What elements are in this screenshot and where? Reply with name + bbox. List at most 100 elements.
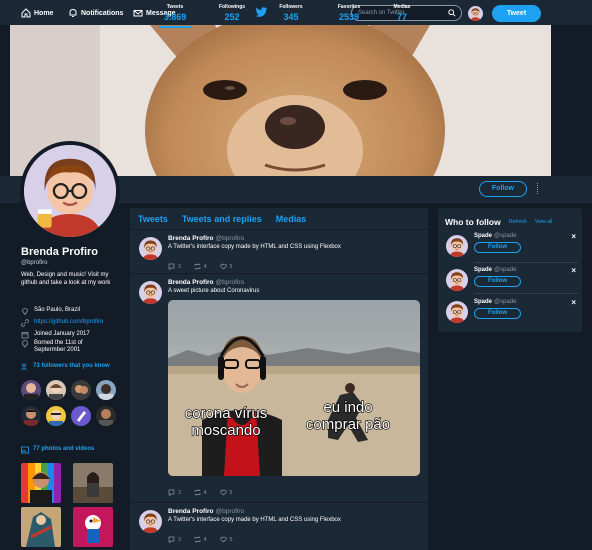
suggestion-handle: @spade: [494, 267, 517, 273]
stat-label: Tweets: [166, 4, 184, 10]
who-to-follow-title: Who to follow: [445, 217, 501, 227]
tweet-author-handle[interactable]: @bprofiro: [216, 279, 245, 286]
suggestion-avatar[interactable]: [446, 269, 468, 291]
suggestion-avatar[interactable]: [446, 301, 468, 323]
retweet-action[interactable]: 4: [194, 263, 207, 270]
divider: [474, 262, 578, 263]
tweet-author-handle[interactable]: @bprofiro: [216, 508, 245, 515]
twitter-bird-icon[interactable]: [255, 7, 268, 18]
tweet-author-name[interactable]: Brenda Profiro: [168, 279, 214, 286]
photos-videos-link[interactable]: 77 photos and videos: [21, 446, 94, 454]
tweet-author-name[interactable]: Brenda Profiro: [168, 235, 214, 242]
tweet-button[interactable]: Tweet: [492, 5, 541, 22]
timeline-panel: Tweets Tweets and replies Medias Brenda …: [130, 208, 428, 550]
tweet-item[interactable]: Brenda Profiro @bprofiro A Twitter's inte…: [130, 503, 428, 550]
stat-value: 252: [224, 12, 240, 22]
follower-avatar[interactable]: [71, 406, 91, 426]
reply-action[interactable]: 3: [168, 489, 181, 496]
suggestion-user[interactable]: Spade @spade: [474, 233, 516, 239]
reply-icon: [168, 489, 175, 496]
suggestion-user[interactable]: Spade @spade: [474, 267, 516, 273]
follow-suggestion: Spade @spade Follow ×: [444, 266, 576, 296]
reply-action[interactable]: 3: [168, 263, 181, 270]
nav-home[interactable]: Home: [21, 6, 53, 20]
retweet-action[interactable]: 4: [194, 489, 207, 496]
meme-caption-line: moscando: [191, 422, 260, 439]
profile-link[interactable]: https://github.com/bprofiro: [21, 319, 103, 327]
follower-avatar[interactable]: [21, 380, 41, 400]
follower-avatar[interactable]: [46, 380, 66, 400]
stat-value: 2539: [338, 12, 360, 22]
follow-suggestion: Spade @spade Follow ×: [444, 298, 576, 328]
suggestion-user[interactable]: Spade @spade: [474, 299, 516, 305]
follower-avatar[interactable]: [96, 380, 116, 400]
suggestion-follow-button[interactable]: Follow: [474, 276, 521, 287]
nav-notifications[interactable]: Notifications: [68, 6, 123, 20]
media-thumbnail[interactable]: [73, 507, 113, 547]
more-options-icon[interactable]: [537, 183, 539, 194]
tweet-header: Brenda Profiro @bprofiro: [168, 508, 244, 515]
profile-joined-text: Joined January 2017: [34, 331, 90, 337]
follower-avatar[interactable]: [21, 406, 41, 426]
suggestion-follow-button[interactable]: Follow: [474, 308, 521, 319]
media-thumbnail[interactable]: [21, 507, 61, 547]
meme-caption-left: corona vírus moscando: [185, 405, 268, 439]
follower-avatar[interactable]: [96, 406, 116, 426]
location-pin-icon: [22, 308, 28, 315]
dismiss-icon[interactable]: ×: [571, 266, 576, 275]
stat-label: Followers: [279, 4, 303, 10]
refresh-link[interactable]: Refresh: [509, 219, 527, 225]
heart-icon: [219, 263, 227, 270]
tweet-item[interactable]: Brenda Profiro @bprofiro A sweet picture …: [130, 274, 428, 503]
followers-you-know-label: 73 followers that you know: [33, 363, 110, 369]
suggestion-follow-button[interactable]: Follow: [474, 242, 521, 253]
suggestion-handle: @spade: [494, 299, 517, 305]
stat-value: 3.869: [163, 12, 187, 22]
profile-avatar[interactable]: [20, 141, 120, 241]
stat-followings[interactable]: Followings 252: [212, 4, 252, 22]
tweet-avatar[interactable]: [139, 510, 162, 533]
tweet-media-image[interactable]: corona vírus moscando eu indo comprar pão: [168, 300, 420, 476]
retweet-action[interactable]: 4: [194, 536, 207, 543]
media-thumbnail[interactable]: [73, 463, 113, 503]
tweet-avatar[interactable]: [139, 237, 162, 260]
like-action[interactable]: 5: [219, 489, 232, 496]
tweet-author-handle[interactable]: @bprofiro: [216, 235, 245, 242]
followers-you-know-link[interactable]: 73 followers that you know: [21, 363, 110, 371]
reply-count: 3: [178, 263, 181, 270]
stat-value: 77: [396, 12, 407, 22]
reply-action[interactable]: 3: [168, 536, 181, 543]
stat-tweets[interactable]: Tweets 3.869: [155, 4, 195, 28]
search-icon[interactable]: [448, 9, 456, 17]
tweet-author-name[interactable]: Brenda Profiro: [168, 508, 214, 515]
like-action[interactable]: 5: [219, 536, 232, 543]
tweet-header: Brenda Profiro @bprofiro: [168, 279, 244, 286]
profile-link-text[interactable]: https://github.com/bprofiro: [34, 319, 103, 327]
suggestion-avatar[interactable]: [446, 235, 468, 257]
dismiss-icon[interactable]: ×: [571, 298, 576, 307]
tab-tweets-and-replies[interactable]: Tweets and replies: [182, 214, 262, 224]
follower-avatar[interactable]: [71, 380, 91, 400]
tweet-item[interactable]: Brenda Profiro @bprofiro A Twitter's inte…: [130, 230, 428, 274]
like-action[interactable]: 5: [219, 263, 233, 270]
nav-avatar[interactable]: [468, 6, 483, 21]
dismiss-icon[interactable]: ×: [571, 232, 576, 241]
tweet-avatar[interactable]: [139, 281, 162, 304]
stat-medias[interactable]: Medias 77: [382, 4, 422, 22]
tab-medias[interactable]: Medias: [276, 214, 307, 224]
profile-follow-button[interactable]: Follow: [479, 181, 527, 197]
suggestion-name: Spade: [474, 299, 493, 305]
meme-caption-left-text: corona vírus: [185, 405, 268, 422]
tab-tweets[interactable]: Tweets: [138, 214, 168, 224]
like-count: 5: [229, 263, 233, 270]
people-icon: [21, 363, 27, 371]
stat-value: 345: [283, 12, 299, 22]
stat-followers[interactable]: Followers 345: [271, 4, 311, 22]
media-thumbnail[interactable]: [21, 463, 61, 503]
stat-favorites[interactable]: Favorites 2539: [329, 4, 369, 22]
view-all-link[interactable]: View all: [535, 219, 552, 225]
photos-videos-label: 77 photos and videos: [33, 446, 95, 452]
follower-avatar[interactable]: [46, 406, 66, 426]
profile-bio: Web, Design and music! Visit my github a…: [21, 272, 111, 286]
retweet-count: 4: [203, 536, 207, 543]
